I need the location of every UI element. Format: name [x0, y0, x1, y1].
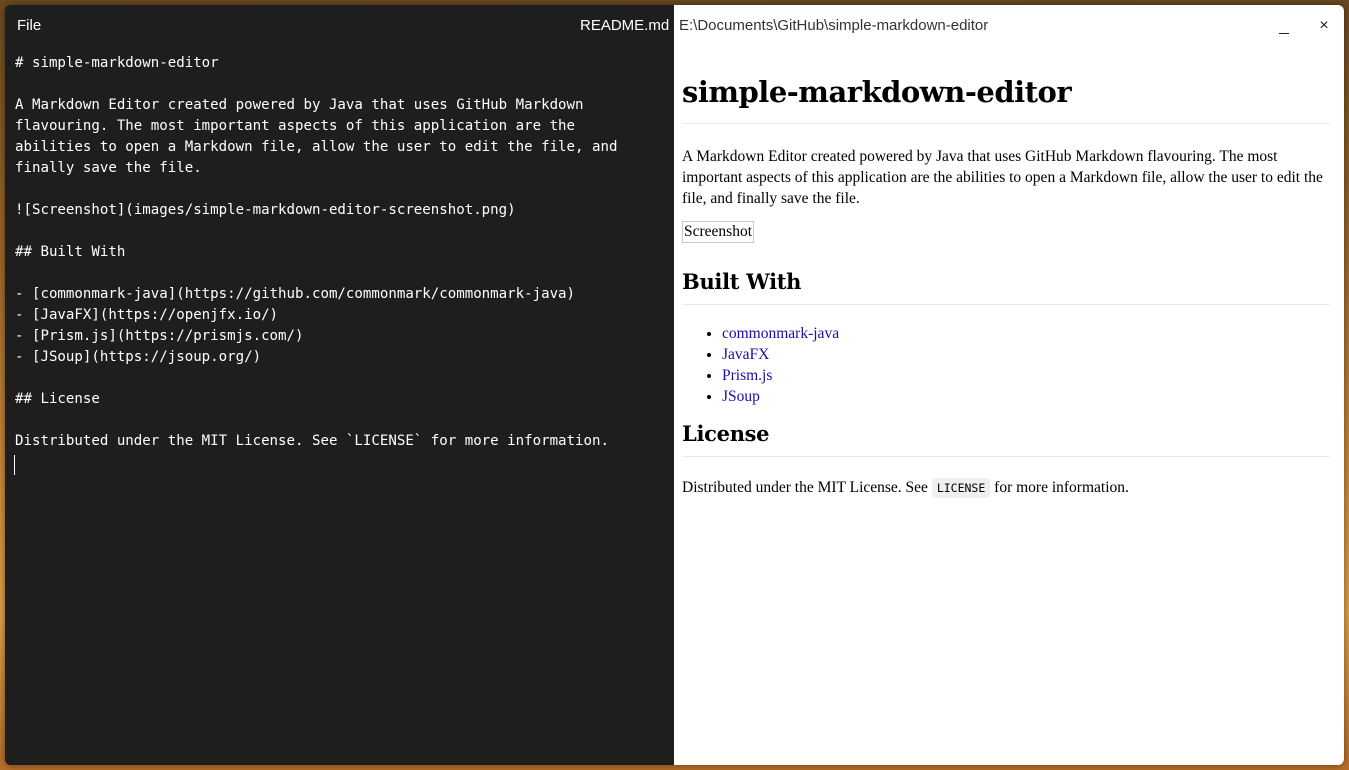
- license-text-before: Distributed under the MIT License. See: [682, 479, 932, 496]
- list-item: Prism.js: [722, 365, 1330, 386]
- link-javafx[interactable]: JavaFX: [722, 346, 769, 363]
- markdown-preview: simple-markdown-editor A Markdown Editor…: [682, 63, 1330, 499]
- built-with-heading: Built With: [682, 269, 1330, 305]
- file-name-label: README.md: [580, 17, 670, 34]
- file-path-label: E:\Documents\GitHub\simple-markdown-edit…: [679, 17, 989, 34]
- list-item: commonmark-java: [722, 323, 1330, 344]
- license-text: Distributed under the MIT License. See L…: [682, 477, 1330, 499]
- minimize-button[interactable]: [1269, 13, 1299, 39]
- app-window: File README.md # simple-markdown-editor …: [5, 5, 1344, 765]
- preview-title: simple-markdown-editor: [682, 75, 1330, 124]
- link-commonmark-java[interactable]: commonmark-java: [722, 325, 839, 342]
- markdown-editor[interactable]: # simple-markdown-editor A Markdown Edit…: [15, 53, 665, 452]
- preview-pane: simple-markdown-editor A Markdown Editor…: [674, 5, 1344, 765]
- built-with-list: commonmark-java JavaFX Prism.js JSoup: [682, 323, 1330, 407]
- file-menu[interactable]: File: [17, 17, 41, 34]
- link-jsoup[interactable]: JSoup: [722, 388, 760, 405]
- screenshot-image-placeholder: Screenshot: [682, 221, 755, 243]
- list-item: JavaFX: [722, 344, 1330, 365]
- editor-pane: File README.md # simple-markdown-editor …: [5, 5, 674, 765]
- license-code: LICENSE: [931, 478, 991, 498]
- license-text-after: for more information.: [990, 479, 1129, 496]
- text-caret: [14, 455, 15, 475]
- license-heading: License: [682, 421, 1330, 457]
- preview-intro: A Markdown Editor created powered by Jav…: [682, 148, 1323, 207]
- link-prismjs[interactable]: Prism.js: [722, 367, 772, 384]
- close-button[interactable]: ×: [1309, 13, 1339, 39]
- list-item: JSoup: [722, 386, 1330, 407]
- minimize-icon: [1279, 32, 1289, 34]
